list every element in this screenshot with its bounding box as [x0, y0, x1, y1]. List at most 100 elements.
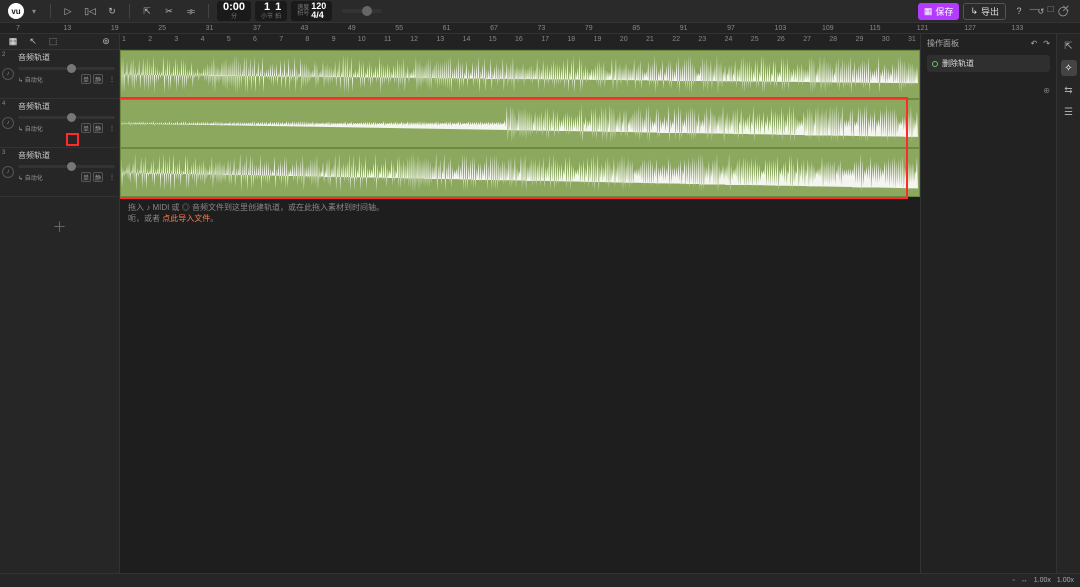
drop-hint: 拖入 ♪ MIDI 或 ◎ 音频文件到这里创建轨道，或在此拖入素材到时间轴。呃，…: [128, 202, 384, 224]
track-arm-icon[interactable]: ♪: [2, 68, 14, 80]
loop-button[interactable]: ↻: [103, 2, 121, 20]
track-volume-slider[interactable]: [18, 116, 115, 119]
audio-clip[interactable]: [120, 99, 920, 148]
track-name[interactable]: 音频轨道: [18, 150, 115, 161]
minimap-marker: 127: [964, 25, 976, 32]
ruler-tick: 29: [856, 36, 864, 43]
track-arm-icon[interactable]: ♪: [2, 117, 14, 129]
track-volume-slider[interactable]: [18, 67, 115, 70]
minimap[interactable]: 7131925313743495561677379859197103109115…: [0, 22, 1080, 34]
ruler-tick: 3: [174, 36, 178, 43]
minimap-marker: 13: [63, 25, 71, 32]
tool-fade-icon[interactable]: ⟚: [182, 2, 200, 20]
panel-delete-track[interactable]: 删除轨道: [927, 55, 1050, 72]
track-mute-button[interactable]: 单: [81, 74, 91, 84]
master-volume-slider[interactable]: [342, 9, 382, 13]
ruler-tick: 22: [672, 36, 680, 43]
ruler-tick: 27: [803, 36, 811, 43]
app-logo[interactable]: vu: [8, 3, 24, 19]
select-tool-icon[interactable]: ⬚: [46, 35, 60, 49]
minimap-marker: 61: [443, 25, 451, 32]
track-number: 3: [2, 150, 5, 156]
ruler-tick: 21: [646, 36, 654, 43]
time-display[interactable]: 0:00 分: [217, 1, 251, 21]
track-header[interactable]: 3 ♪ 音频轨道 ↳ 自动化 单 静 ⋮: [0, 148, 119, 197]
ruler-tick: 30: [882, 36, 890, 43]
time-value: 0:00: [223, 2, 245, 14]
tool-link-icon[interactable]: ⇆: [1061, 82, 1077, 98]
side-tool-rail: ⇱ ✧ ⇆ ☰: [1056, 34, 1080, 587]
time-ruler[interactable]: 1234567891011121314151617181920212223242…: [120, 34, 920, 50]
panel-add-icon[interactable]: ⊕: [927, 86, 1050, 95]
ruler-tick: 7: [279, 36, 283, 43]
undo-icon[interactable]: ↶: [1031, 39, 1038, 48]
export-button[interactable]: ↳ 导出: [963, 3, 1006, 20]
track-more-icon[interactable]: ⋮: [109, 174, 115, 181]
track-more-icon[interactable]: ⋮: [109, 125, 115, 132]
track-more-icon[interactable]: ⋮: [109, 76, 115, 83]
track-number: 2: [2, 52, 5, 58]
ruler-tick: 9: [332, 36, 336, 43]
zoom-h-down[interactable]: ◦: [1012, 577, 1014, 584]
zoom-horizontal[interactable]: 1.00x: [1034, 577, 1051, 584]
window-minimize[interactable]: —: [1030, 4, 1040, 15]
track-automation-label[interactable]: ↳ 自动化: [18, 75, 43, 84]
minimap-marker: 79: [585, 25, 593, 32]
window-maximize[interactable]: □: [1048, 4, 1054, 15]
tool-list-icon[interactable]: ☰: [1061, 104, 1077, 120]
minimap-marker: 115: [869, 25, 880, 32]
audio-clip[interactable]: [120, 148, 920, 197]
minimap-marker: 85: [632, 25, 640, 32]
minimap-marker: 55: [395, 25, 403, 32]
import-file-link[interactable]: 点此导入文件: [162, 214, 210, 223]
track-solo-button[interactable]: 静: [93, 172, 103, 182]
zoom-vertical[interactable]: 1.00x: [1057, 577, 1074, 584]
track-name[interactable]: 音频轨道: [18, 52, 115, 63]
track-volume-slider[interactable]: [18, 165, 115, 168]
window-close[interactable]: ✕: [1062, 4, 1070, 15]
help-button[interactable]: ?: [1010, 2, 1028, 20]
tool-expand-icon[interactable]: ⇱: [1061, 38, 1077, 54]
app-menu-chevron-icon[interactable]: ▾: [32, 7, 36, 16]
stop-button[interactable]: ▯◁: [81, 2, 99, 20]
audio-clip[interactable]: [120, 50, 920, 99]
track-automation-label[interactable]: ↳ 自动化: [18, 173, 43, 182]
save-button[interactable]: ▦ 保存: [918, 3, 960, 20]
zoom-direction-icon: ↔: [1021, 577, 1028, 584]
track-arm-icon[interactable]: ♪: [2, 166, 14, 178]
tool-arrow-icon[interactable]: ⇱: [138, 2, 156, 20]
track-mute-button[interactable]: 单: [81, 172, 91, 182]
ruler-tick: 12: [410, 36, 418, 43]
minimap-marker: 19: [111, 25, 119, 32]
track-automation-label[interactable]: ↳ 自动化: [18, 124, 43, 133]
track-settings-icon[interactable]: ⊚: [99, 35, 113, 49]
track-name[interactable]: 音频轨道: [18, 101, 115, 112]
track-solo-button[interactable]: 静: [93, 123, 103, 133]
snap-toggle[interactable]: ▦: [6, 35, 20, 49]
tool-wand-icon[interactable]: ✧: [1061, 60, 1077, 76]
tempo-tsig-display[interactable]: 速度拍号 1204/4: [291, 1, 332, 22]
minimap-marker: 7: [16, 25, 20, 32]
ruler-tick: 25: [751, 36, 759, 43]
arrangement-view[interactable]: 1234567891011121314151617181920212223242…: [120, 34, 920, 587]
ruler-tick: 10: [358, 36, 366, 43]
minimap-marker: 109: [822, 25, 834, 32]
minimap-marker: 49: [348, 25, 356, 32]
track-solo-button[interactable]: 静: [93, 74, 103, 84]
ruler-tick: 18: [567, 36, 575, 43]
track-header[interactable]: 4 ♪ 音频轨道 ↳ 自动化 单 静 ⋮: [0, 99, 119, 148]
ruler-tick: 31: [908, 36, 916, 43]
add-track-button[interactable]: ＋: [0, 197, 119, 587]
panel-title: 操作面板: [927, 38, 959, 49]
ruler-tick: 4: [201, 36, 205, 43]
tool-cut-icon[interactable]: ✂: [160, 2, 178, 20]
play-button[interactable]: ▷: [59, 2, 77, 20]
ruler-tick: 26: [777, 36, 785, 43]
pointer-tool-icon[interactable]: ↖: [26, 35, 40, 49]
ruler-tick: 20: [620, 36, 628, 43]
minimap-marker: 37: [253, 25, 261, 32]
bar-beat-display[interactable]: 1小节 1拍: [255, 1, 287, 21]
track-header[interactable]: 2 ♪ 音频轨道 ↳ 自动化 单 静 ⋮: [0, 50, 119, 99]
track-mute-button[interactable]: 单: [81, 123, 91, 133]
redo-icon[interactable]: ↷: [1043, 39, 1050, 48]
